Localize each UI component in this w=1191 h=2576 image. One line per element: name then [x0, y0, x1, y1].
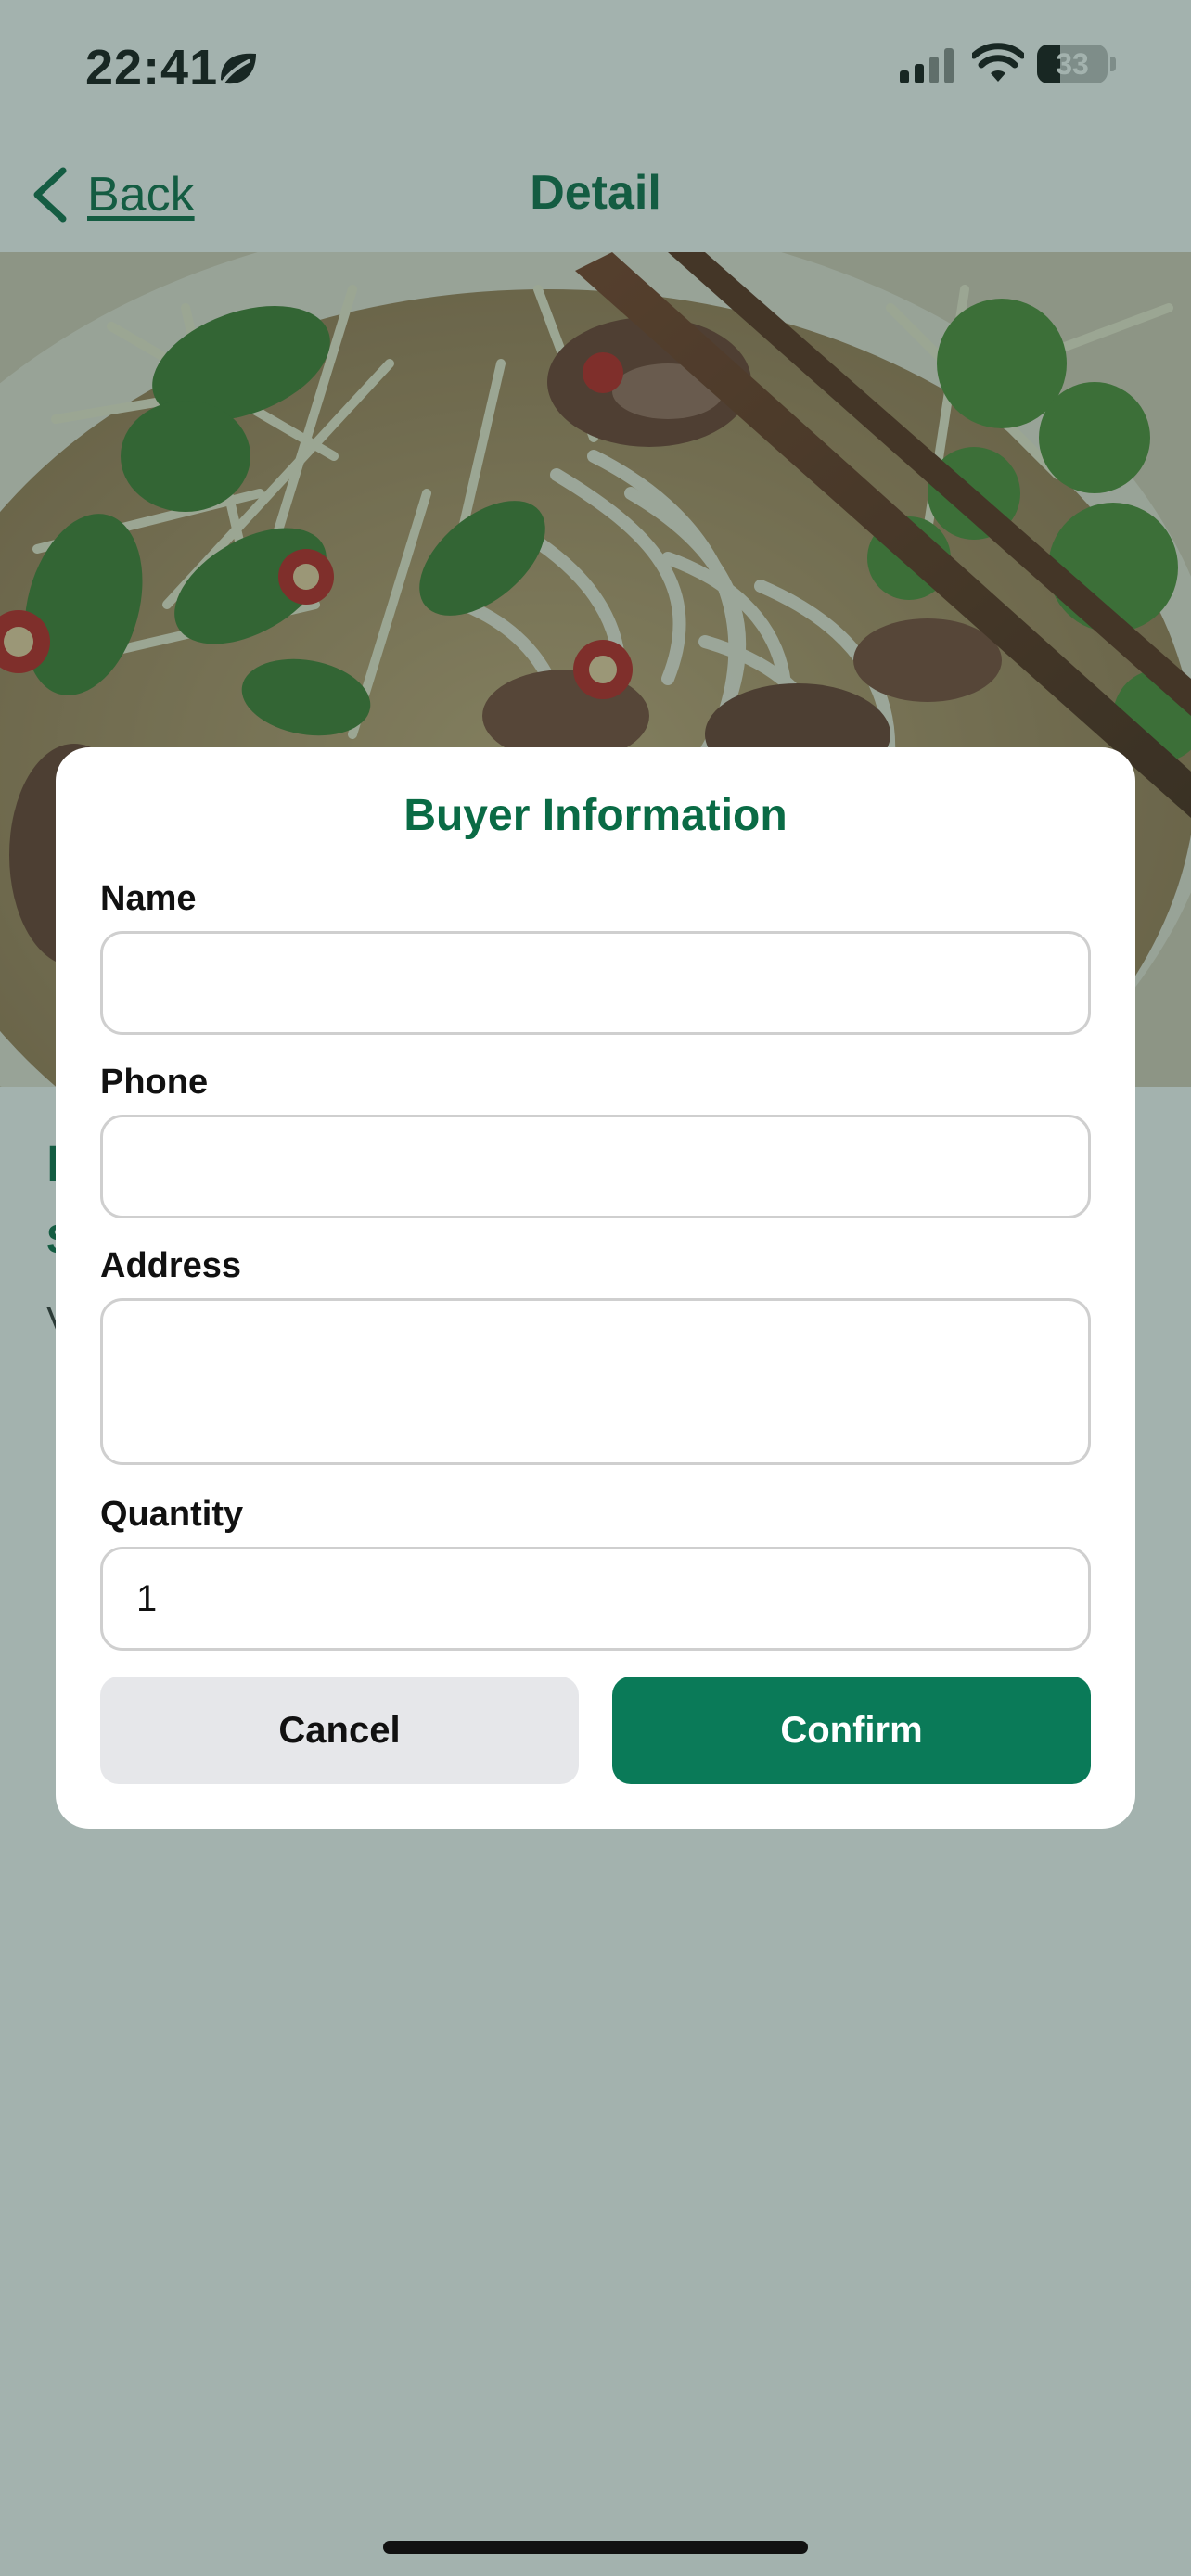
name-input[interactable] [100, 931, 1091, 1035]
quantity-label: Quantity [100, 1495, 244, 1534]
confirm-button[interactable]: Confirm [612, 1677, 1091, 1784]
name-label: Name [100, 879, 197, 918]
dialog-title: Buyer Information [403, 791, 788, 840]
phone-label: Phone [100, 1063, 209, 1102]
screen: 22:41 33 Back Detail Buyer Information N… [0, 0, 1191, 2576]
address-label: Address [100, 1246, 242, 1285]
home-indicator[interactable] [383, 2541, 808, 2554]
quantity-input[interactable] [100, 1547, 1091, 1651]
buyer-info-dialog: Buyer Information Name Phone Address Qua… [56, 747, 1135, 1829]
phone-input[interactable] [100, 1115, 1091, 1218]
address-input[interactable] [100, 1298, 1091, 1465]
cancel-button[interactable]: Cancel [100, 1677, 579, 1784]
